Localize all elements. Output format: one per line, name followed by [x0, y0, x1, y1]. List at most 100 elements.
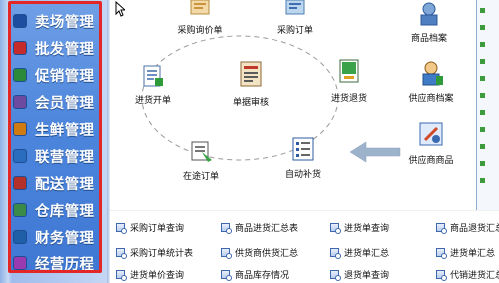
shortcut-item[interactable] [480, 73, 499, 87]
query-label: 采购订单统计表 [130, 248, 194, 258]
wholesale-icon [13, 41, 27, 56]
shortcut-item[interactable] [480, 124, 499, 138]
nav-item-label: 卖场管理 [35, 13, 95, 31]
shortcut-item[interactable] [480, 5, 499, 19]
store-icon [13, 14, 27, 29]
nav-item-label: 财务管理 [35, 229, 95, 247]
purchase-quote-label: 采购询价单 [177, 25, 223, 35]
nav-item-promotion-management[interactable]: 促销管理 [11, 62, 99, 89]
nav-item-label: 促销管理 [35, 67, 95, 85]
query-icon [330, 223, 341, 234]
goods-receipt-label: 进货开单 [134, 95, 171, 105]
product-archive-icon [420, 2, 438, 26]
nav-item-finance-management[interactable]: 财务管理 [11, 224, 99, 251]
module-nav-list: 卖场管理 批发管理 促销管理 会员管理 生鲜管理 联营管理 配送管理 仓库管理 [8, 1, 102, 273]
auto-replenish-tool[interactable]: 自动补货 [278, 136, 328, 180]
query-link[interactable]: 进货单汇总 [436, 246, 495, 259]
finance-icon [13, 230, 27, 245]
query-link[interactable]: 采购订单统计表 [116, 246, 193, 259]
shortcut-item[interactable] [480, 22, 499, 36]
return-goods-label: 进货退货 [330, 93, 367, 103]
purchase-order-icon [285, 0, 305, 15]
query-label: 商品进货汇总表 [235, 223, 299, 233]
auto-replenish-icon [292, 137, 314, 161]
return-goods-tool[interactable]: 进货退货 [322, 58, 376, 104]
query-icon [330, 270, 341, 281]
query-icon [330, 248, 341, 259]
nav-item-warehouse-management[interactable]: 仓库管理 [11, 197, 99, 224]
supplier-archive-tool[interactable]: 供应商档案 [402, 60, 460, 104]
warehouse-icon [13, 203, 27, 218]
query-link[interactable]: 进货单查询 [330, 221, 389, 234]
in-transit-order-label: 在途订单 [182, 171, 219, 181]
query-link[interactable]: 供货商供货汇总 [221, 246, 298, 259]
query-label: 商品库存情况 [235, 270, 290, 280]
query-label: 退货单查询 [344, 270, 390, 280]
shortcut-list-panel [476, 0, 499, 210]
query-link[interactable]: 商品库存情况 [221, 268, 289, 281]
query-label: 采购订单查询 [130, 223, 185, 233]
shortcut-item[interactable] [480, 175, 499, 189]
query-label: 代销进货汇总 [450, 270, 499, 280]
shortcut-item[interactable] [480, 39, 499, 53]
document-review-icon [240, 61, 262, 87]
purchase-order-tool[interactable]: 采购订单 [268, 0, 322, 36]
nav-item-wholesale-management[interactable]: 批发管理 [11, 35, 99, 62]
nav-item-label: 联营管理 [35, 148, 95, 166]
query-icon [436, 270, 447, 281]
nav-item-delivery-management[interactable]: 配送管理 [11, 170, 99, 197]
nav-item-label: 生鲜管理 [35, 121, 95, 139]
return-goods-icon [339, 59, 359, 83]
nav-item-business-history[interactable]: 经营历程 [11, 250, 99, 270]
purchase-order-label: 采购订单 [276, 25, 313, 35]
nav-item-member-management[interactable]: 会员管理 [11, 89, 99, 116]
shortcut-item[interactable] [480, 158, 499, 172]
document-review-tool[interactable]: 单据审核 [226, 60, 276, 108]
goods-receipt-tool[interactable]: 进货开单 [126, 64, 180, 106]
product-archive-label: 商品档案 [410, 33, 447, 43]
shortcut-item[interactable] [480, 141, 499, 155]
query-link[interactable]: 代销进货汇总 [436, 268, 499, 281]
shortcut-item[interactable] [480, 90, 499, 104]
delivery-icon [13, 176, 27, 191]
sidebar: 卖场管理 批发管理 促销管理 会员管理 生鲜管理 联营管理 配送管理 仓库管理 [0, 0, 107, 283]
query-icon [221, 270, 232, 281]
mouse-cursor-icon [115, 1, 125, 17]
fresh-icon [13, 122, 27, 137]
query-link[interactable]: 商品进货汇总表 [221, 221, 298, 234]
supplier-goods-icon [419, 122, 443, 146]
supplier-goods-tool[interactable]: 供应商商品 [402, 120, 460, 166]
promotion-icon [13, 68, 27, 83]
query-link[interactable]: 退货单查询 [330, 268, 389, 281]
member-icon [13, 95, 27, 110]
query-label: 进货单汇总 [344, 248, 390, 258]
in-transit-order-tool[interactable]: 在途订单 [176, 140, 226, 182]
query-label: 供货商供货汇总 [235, 248, 299, 258]
query-link[interactable]: 商品退货汇总 [436, 221, 499, 234]
purchase-quote-tool[interactable]: 采购询价单 [168, 0, 232, 36]
query-icon [436, 248, 447, 259]
query-icon [116, 223, 127, 234]
shortcut-item[interactable] [480, 56, 499, 70]
shortcut-item[interactable] [480, 107, 499, 121]
query-link[interactable]: 采购订单查询 [116, 221, 184, 234]
query-icon [436, 223, 447, 234]
goods-receipt-icon [143, 65, 163, 87]
query-label: 进货单汇总 [450, 248, 496, 258]
query-link[interactable]: 进货单汇总 [330, 246, 389, 259]
history-icon [13, 256, 27, 270]
nav-item-fresh-management[interactable]: 生鲜管理 [11, 116, 99, 143]
query-label: 进货单查询 [344, 223, 390, 233]
supplier-archive-label: 供应商档案 [408, 93, 454, 103]
product-archive-tool[interactable]: 商品档案 [402, 0, 456, 44]
supplier-archive-icon [422, 61, 443, 86]
nav-item-label: 会员管理 [35, 94, 95, 112]
nav-item-store-management[interactable]: 卖场管理 [11, 8, 99, 35]
in-transit-order-icon [191, 141, 212, 162]
document-review-label: 单据审核 [232, 97, 269, 107]
query-label: 进货单价查询 [130, 270, 185, 280]
nav-item-joint-management[interactable]: 联营管理 [11, 143, 99, 170]
nav-item-label: 配送管理 [35, 175, 95, 193]
query-link[interactable]: 进货单价查询 [116, 268, 184, 281]
joint-icon [13, 149, 27, 164]
